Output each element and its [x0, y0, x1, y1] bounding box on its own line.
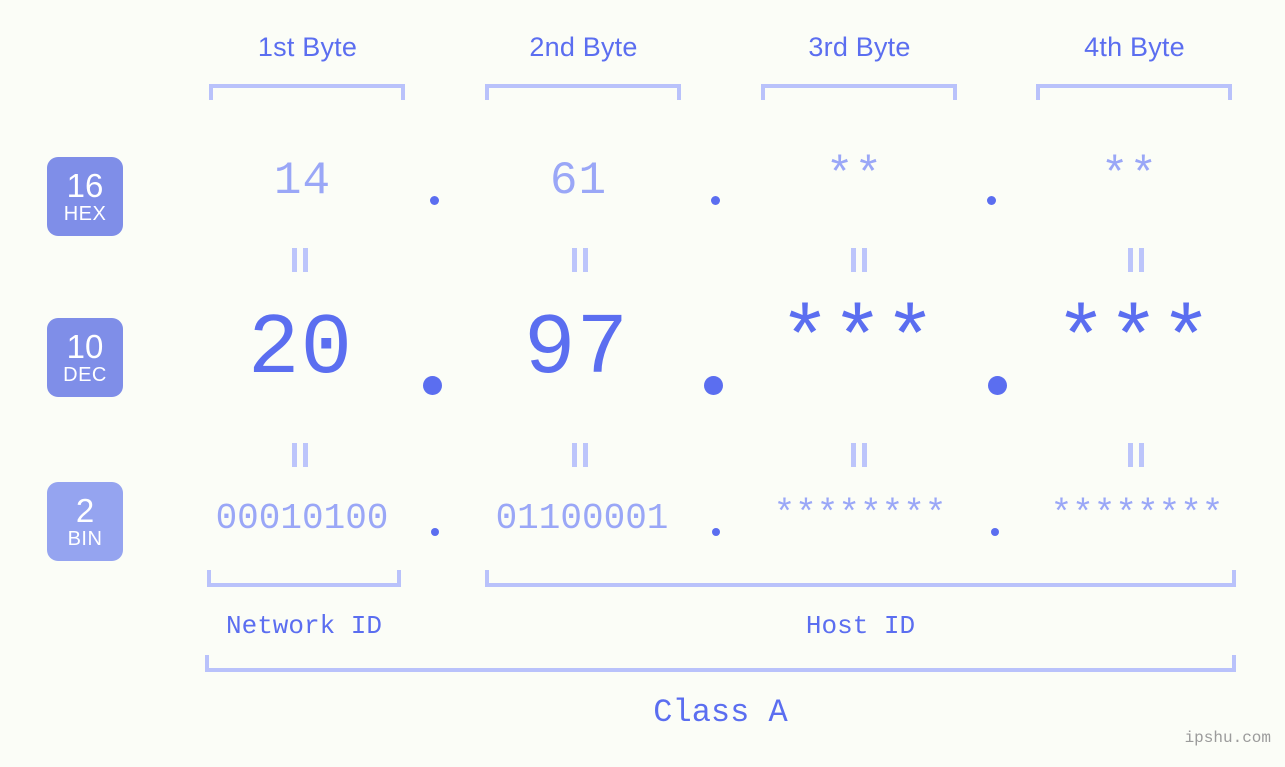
bin-separator-3	[991, 528, 999, 536]
radix-badge-hex-label: HEX	[63, 203, 107, 225]
radix-badge-bin: 2 BIN	[47, 482, 123, 561]
hex-byte-2-value: 61	[549, 155, 608, 207]
equals-mark-hex-dec-3	[851, 248, 867, 272]
bin-byte-2-value: 01100001	[495, 498, 669, 539]
class-bracket	[205, 655, 1236, 672]
equals-mark-hex-dec-1	[292, 248, 308, 272]
equals-mark-hex-dec-4	[1128, 248, 1144, 272]
equals-mark-dec-bin-1	[292, 443, 308, 467]
byte-bracket-2	[485, 84, 681, 100]
bin-byte-1-value: 00010100	[215, 498, 389, 539]
dec-byte-3-value: ***	[779, 293, 937, 391]
radix-badge-bin-label: BIN	[67, 528, 103, 550]
site-watermark: ipshu.com	[1184, 729, 1271, 747]
radix-badge-hex: 16 HEX	[47, 157, 123, 236]
bin-separator-2	[712, 528, 720, 536]
byte-bracket-4	[1036, 84, 1232, 100]
hex-byte-1-value: 14	[273, 155, 332, 207]
dec-byte-2-value: 97	[523, 300, 630, 398]
network-id-bracket	[207, 570, 401, 587]
bin-separator-1	[431, 528, 439, 536]
equals-mark-dec-bin-3	[851, 443, 867, 467]
hex-byte-4-value: **	[1100, 150, 1159, 202]
host-id-label: Host ID	[805, 611, 916, 641]
dec-separator-2	[704, 376, 723, 395]
byte-header-2: 2nd Byte	[529, 32, 638, 62]
radix-badge-dec: 10 DEC	[47, 318, 123, 397]
hex-separator-2	[711, 196, 720, 205]
dec-separator-1	[423, 376, 442, 395]
byte-header-3: 3rd Byte	[808, 32, 911, 62]
radix-badge-bin-number: 2	[75, 492, 95, 529]
network-id-label: Network ID	[225, 611, 383, 641]
dec-byte-4-value: ***	[1055, 293, 1213, 391]
byte-bracket-3	[761, 84, 957, 100]
hex-byte-3-value: **	[825, 150, 884, 202]
dec-separator-3	[988, 376, 1007, 395]
equals-mark-dec-bin-4	[1128, 443, 1144, 467]
radix-badge-dec-label: DEC	[63, 364, 107, 386]
bin-byte-4-value: ********	[1050, 494, 1224, 535]
bin-byte-3-value: ********	[773, 494, 947, 535]
byte-bracket-1	[209, 84, 405, 100]
equals-mark-hex-dec-2	[572, 248, 588, 272]
host-id-bracket	[485, 570, 1236, 587]
equals-mark-dec-bin-2	[572, 443, 588, 467]
hex-separator-1	[430, 196, 439, 205]
radix-badge-dec-number: 10	[66, 328, 104, 365]
radix-badge-hex-number: 16	[66, 167, 104, 204]
dec-byte-1-value: 20	[247, 300, 354, 398]
byte-header-4: 4th Byte	[1084, 32, 1185, 62]
byte-header-1: 1st Byte	[257, 32, 358, 62]
address-class-label: Class A	[653, 694, 788, 731]
hex-separator-3	[987, 196, 996, 205]
ip-address-breakdown-diagram: 1st Byte 2nd Byte 3rd Byte 4th Byte 16 H…	[0, 0, 1285, 767]
